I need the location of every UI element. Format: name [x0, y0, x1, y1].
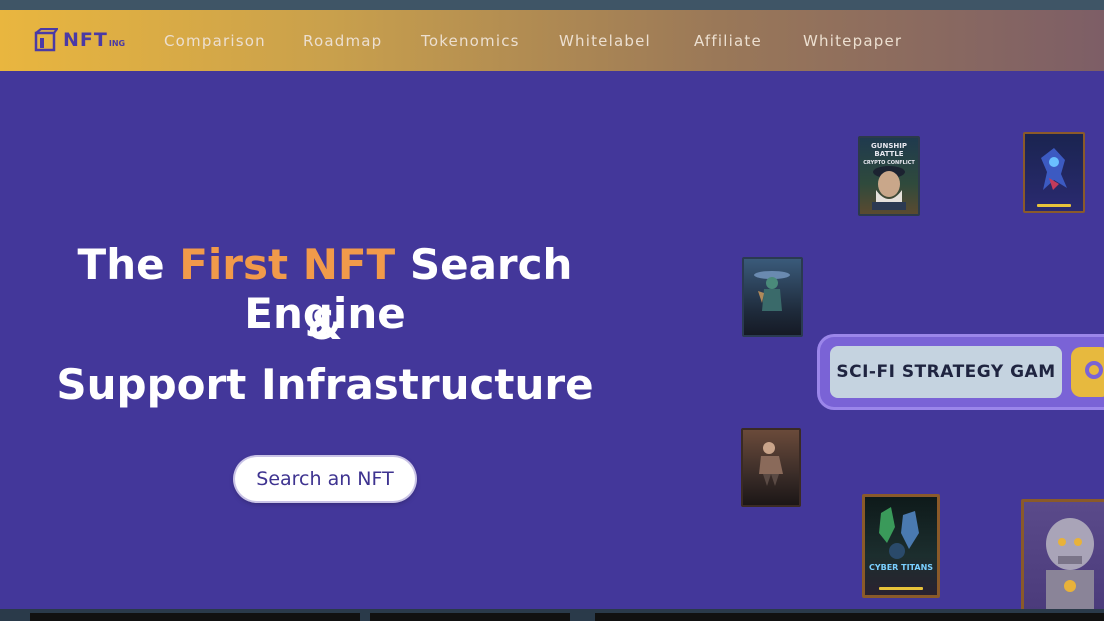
nft-card-robot[interactable]: [1021, 499, 1104, 620]
nft-card-title: CYBER TITANS: [868, 563, 934, 572]
hero-figure-icon: [759, 442, 783, 486]
nav-affiliate[interactable]: Affiliate: [694, 32, 762, 50]
hero-title-accent: First NFT: [179, 240, 396, 289]
logo-cube-icon: [34, 28, 58, 52]
nav-comparison[interactable]: Comparison: [164, 32, 266, 50]
brand-logo[interactable]: NFT ING: [34, 28, 125, 52]
nft-card-rarity-bar: [1036, 204, 1072, 207]
taskbar-segment: [595, 613, 1104, 621]
logo-subtext: ING: [108, 39, 126, 48]
captain-portrait-icon: [872, 166, 906, 210]
search-nft-button[interactable]: Search an NFT: [235, 457, 415, 501]
nft-card-title-text: GUNSHIP BATTLE: [871, 142, 907, 158]
creature-art-icon: [1041, 148, 1067, 190]
taskbar-segment: [370, 613, 570, 621]
nav-whitepaper[interactable]: Whitepaper: [803, 32, 902, 50]
robot-head-icon: [1046, 518, 1094, 610]
nft-card-rarity-bar: [879, 587, 923, 590]
hero-title-line-2: &: [307, 303, 343, 349]
nav-tokenomics[interactable]: Tokenomics: [421, 32, 520, 50]
robot-squad-icon: [879, 507, 919, 559]
nft-card-gunship-battle[interactable]: GUNSHIP BATTLE CRYPTO CONFLICT: [858, 136, 920, 216]
nft-card-3[interactable]: [742, 257, 803, 337]
nft-card-cyber-titans[interactable]: CYBER TITANS: [862, 494, 940, 598]
nav-whitelabel[interactable]: Whitelabel: [559, 32, 651, 50]
logo-text: NFT: [63, 29, 108, 51]
hero-title-pre: The: [77, 240, 180, 289]
hero-title-line-3: Support Infrastructure: [56, 360, 594, 409]
browser-top-strip: [0, 0, 1104, 10]
nav-roadmap[interactable]: Roadmap: [303, 32, 382, 50]
genre-search-field[interactable]: SCI-FI STRATEGY GAM: [830, 346, 1062, 398]
warrior-figure-icon: [754, 271, 790, 311]
nft-card-4[interactable]: [741, 428, 801, 507]
search-icon[interactable]: [1071, 347, 1104, 397]
taskbar-segment: [30, 613, 360, 621]
taskbar-strip: [0, 609, 1104, 621]
top-navbar: NFT ING Comparison Roadmap Tokenomics Wh…: [0, 10, 1104, 71]
nft-card-2[interactable]: [1023, 132, 1085, 213]
